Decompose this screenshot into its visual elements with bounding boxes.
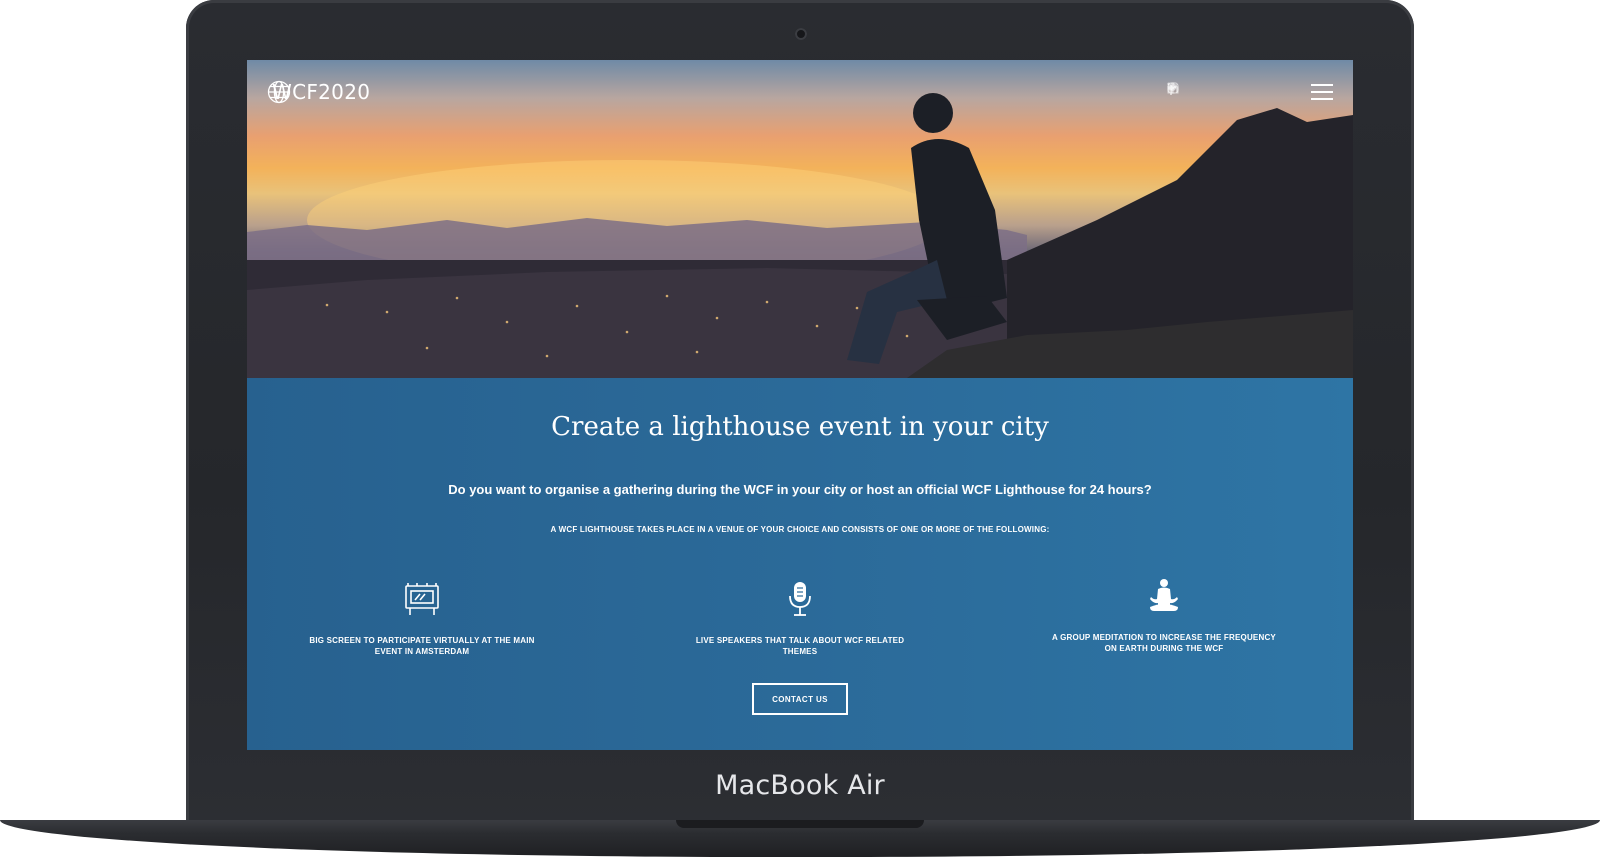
lighthouse-section: Create a lighthouse event in your city D… [247,378,1353,750]
instagram-icon[interactable] [1167,82,1265,96]
hero-image: WCF2020 [247,60,1353,378]
section-title: Create a lighthouse event in your city [551,412,1049,442]
feature-big-screen: BIG SCREEN TO PARTICIPATE VIRTUALLY AT T… [304,580,540,657]
site-logo[interactable]: WCF2020 [267,80,370,104]
feature-label: A GROUP MEDITATION TO INCREASE THE FREQU… [1052,633,1276,653]
feature-label: BIG SCREEN TO PARTICIPATE VIRTUALLY AT T… [309,636,535,656]
linkedin-icon[interactable] [1167,82,1237,96]
hero-landscape [247,93,1353,378]
section-lead: Do you want to organise a gathering duri… [448,482,1152,497]
hamburger-menu-icon[interactable] [1311,84,1333,100]
facebook-icon[interactable] [1168,82,1209,96]
meditation-icon [1046,577,1282,620]
social-links [1167,82,1265,96]
browser-screen: WCF2020 Create a lighthouse event in you… [247,60,1353,750]
microphone-icon [682,580,918,623]
feature-group-meditation: A GROUP MEDITATION TO INCREASE THE FREQU… [1046,577,1282,654]
contact-us-button[interactable]: CONTACT US [752,683,848,715]
feature-live-speakers: LIVE SPEAKERS THAT TALK ABOUT WCF RELATE… [682,580,918,657]
big-screen-icon [304,580,540,623]
camera-icon [795,28,807,40]
device-brand-label: MacBook Air [715,770,885,801]
section-subtitle: A WCF LIGHTHOUSE TAKES PLACE IN A VENUE … [550,525,1050,534]
laptop-hinge-notch [676,820,924,828]
feature-label: LIVE SPEAKERS THAT TALK ABOUT WCF RELATE… [695,636,905,656]
